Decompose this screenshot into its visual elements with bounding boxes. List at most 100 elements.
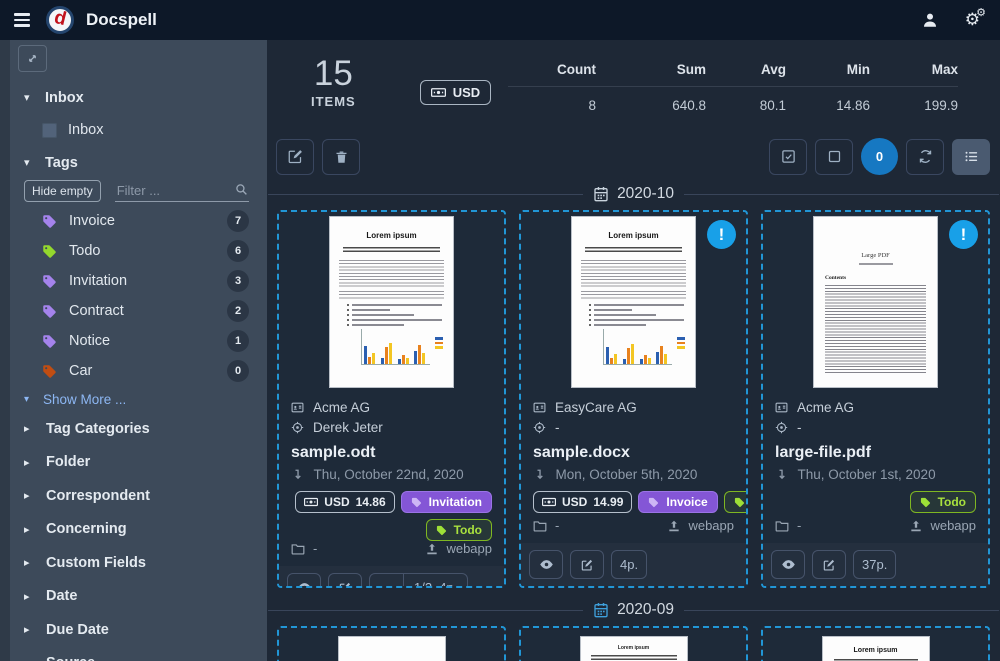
- folder-icon: [533, 519, 547, 533]
- item-card-partial[interactable]: Lorem ipsum: [519, 626, 748, 661]
- tag-item-notice[interactable]: Notice 1: [42, 326, 267, 356]
- tag-icon: [436, 525, 447, 536]
- app-title: Docspell: [86, 10, 157, 30]
- address-card-icon: [291, 401, 304, 414]
- concerning-row: -: [533, 417, 734, 437]
- sidebar-section-concerning[interactable]: ▸ Concerning: [18, 513, 267, 547]
- items-count: 15: [311, 56, 356, 91]
- inbox-checkbox[interactable]: [42, 123, 57, 138]
- hamburger-menu-icon[interactable]: [12, 9, 32, 31]
- tag-badge-invitation[interactable]: Invitation: [401, 491, 492, 513]
- date-group-header-2020-09: 2020-09: [267, 594, 1000, 626]
- item-card-partial[interactable]: Keywords a PDF: [277, 626, 506, 661]
- item-card-sample-docx[interactable]: ! Lorem ipsum: [519, 210, 748, 588]
- tag-count-badge: 7: [227, 210, 249, 232]
- preview-button[interactable]: [529, 550, 563, 579]
- select-all-button[interactable]: [769, 139, 807, 175]
- preview-button[interactable]: [771, 550, 805, 579]
- search-icon: [235, 183, 248, 196]
- pages-nav-group[interactable]: → 1/2, 4p.: [369, 573, 468, 588]
- tag-item-car[interactable]: Car 0: [42, 356, 267, 386]
- user-icon[interactable]: [921, 11, 939, 29]
- item-card-partial[interactable]: Lorem ipsum: [761, 626, 990, 661]
- amount-badge: USD14.99: [533, 491, 632, 513]
- tag-icon: [920, 497, 931, 508]
- chevron-right-icon: ▸: [24, 523, 34, 536]
- refresh-button[interactable]: [906, 139, 944, 175]
- tag-item-invoice[interactable]: Invoice 7: [42, 206, 267, 236]
- item-card-large-file-pdf[interactable]: ! Large PDF Contents Acme AG - la: [761, 210, 990, 588]
- deselect-all-button[interactable]: [815, 139, 853, 175]
- tag-badge-invoice[interactable]: Invoice: [638, 491, 717, 513]
- tag-badge-todo[interactable]: Todo: [426, 519, 492, 541]
- stats-header: Avg: [706, 62, 786, 77]
- list-view-button[interactable]: [952, 139, 990, 175]
- hide-empty-button[interactable]: Hide empty: [24, 180, 101, 202]
- tag-badge-todo[interactable]: Todo: [910, 491, 976, 513]
- tag-filter: [115, 180, 249, 202]
- settings-gear-icon[interactable]: ⚙⚙: [965, 10, 980, 30]
- tag-count-badge: 1: [227, 330, 249, 352]
- tag-item-todo[interactable]: Todo 6: [42, 236, 267, 266]
- sidebar-scrollbar[interactable]: [0, 40, 10, 661]
- edit-button[interactable]: [570, 550, 604, 579]
- sidebar-section-tag-categories[interactable]: ▸ Tag Categories: [18, 412, 267, 446]
- chevron-right-icon: ▸: [24, 590, 34, 603]
- item-name[interactable]: large-file.pdf: [775, 444, 976, 462]
- address-card-icon: [533, 401, 546, 414]
- docspell-logo: d: [46, 6, 74, 34]
- tag-icon: [411, 497, 422, 508]
- tag-item-invitation[interactable]: Invitation 3: [42, 266, 267, 296]
- stats-value: 199.9: [870, 98, 958, 113]
- correspondent-row: Acme AG: [775, 397, 976, 417]
- currency-badge: USD: [420, 80, 491, 105]
- person-crosshair-icon: [291, 421, 304, 434]
- concerning-row: -: [775, 417, 976, 437]
- sidebar-section-correspondent[interactable]: ▸ Correspondent: [18, 479, 267, 513]
- tag-count-badge: 6: [227, 240, 249, 262]
- sidebar-section-custom-fields[interactable]: ▸ Custom Fields: [18, 546, 267, 580]
- document-thumbnail[interactable]: Lorem ipsum: [279, 212, 504, 390]
- person-crosshair-icon: [533, 421, 546, 434]
- stats-value: 8: [508, 98, 596, 113]
- tag-count-badge: 3: [227, 270, 249, 292]
- collapse-sidebar-button[interactable]: [18, 45, 47, 72]
- tag-badge-todo[interactable]: Todo: [724, 491, 748, 513]
- sidebar-section-folder[interactable]: ▸ Folder: [18, 446, 267, 480]
- pages-label[interactable]: 37p.: [853, 550, 896, 579]
- tag-filter-input[interactable]: [115, 180, 249, 202]
- arrow-right-icon[interactable]: →: [370, 574, 403, 588]
- item-name[interactable]: sample.odt: [291, 444, 492, 462]
- item-card-sample-odt[interactable]: Lorem ipsum: [277, 210, 506, 588]
- edit-button[interactable]: [812, 550, 846, 579]
- folder-value: -: [797, 518, 801, 533]
- filter-sidebar: ▾ Inbox Inbox ▾ Tags Hide empty Invoice …: [0, 40, 267, 661]
- sidebar-section-inbox[interactable]: ▾ Inbox: [18, 81, 267, 114]
- folder-value: -: [313, 541, 317, 556]
- chevron-down-icon: ▾: [24, 394, 34, 405]
- sidebar-section-source[interactable]: ▸ Source: [18, 647, 267, 661]
- correspondent-row: Acme AG: [291, 397, 492, 417]
- preview-button[interactable]: [287, 573, 321, 588]
- show-more-link[interactable]: ▾ Show More ...: [18, 386, 267, 412]
- delete-items-button[interactable]: [322, 139, 360, 175]
- item-date-row: Thu, October 1st, 2020: [775, 467, 976, 482]
- sidebar-section-due-date[interactable]: ▸ Due Date: [18, 613, 267, 647]
- inbox-checkbox-row[interactable]: Inbox: [42, 114, 267, 146]
- edit-items-button[interactable]: [276, 139, 314, 175]
- sidebar-section-tags[interactable]: ▾ Tags: [18, 146, 267, 179]
- items-label: ITEMS: [311, 94, 356, 109]
- sidebar-section-date[interactable]: ▸ Date: [18, 580, 267, 614]
- edit-button[interactable]: [328, 573, 362, 588]
- pages-label: 1/2, 4p.: [403, 574, 467, 588]
- tag-icon: [42, 244, 57, 259]
- item-name[interactable]: sample.docx: [533, 444, 734, 462]
- tag-icon: [42, 364, 57, 379]
- stats-header: Count: [508, 62, 596, 77]
- stats-table: Count Sum Avg Min Max 8 640.8 80.1 14.86…: [508, 62, 958, 113]
- tag-item-contract[interactable]: Contract 2: [42, 296, 267, 326]
- new-item-alert-badge: !: [949, 220, 978, 249]
- pages-label[interactable]: 4p.: [611, 550, 647, 579]
- upload-icon: [425, 542, 439, 556]
- card-footer: 37p.: [763, 543, 988, 586]
